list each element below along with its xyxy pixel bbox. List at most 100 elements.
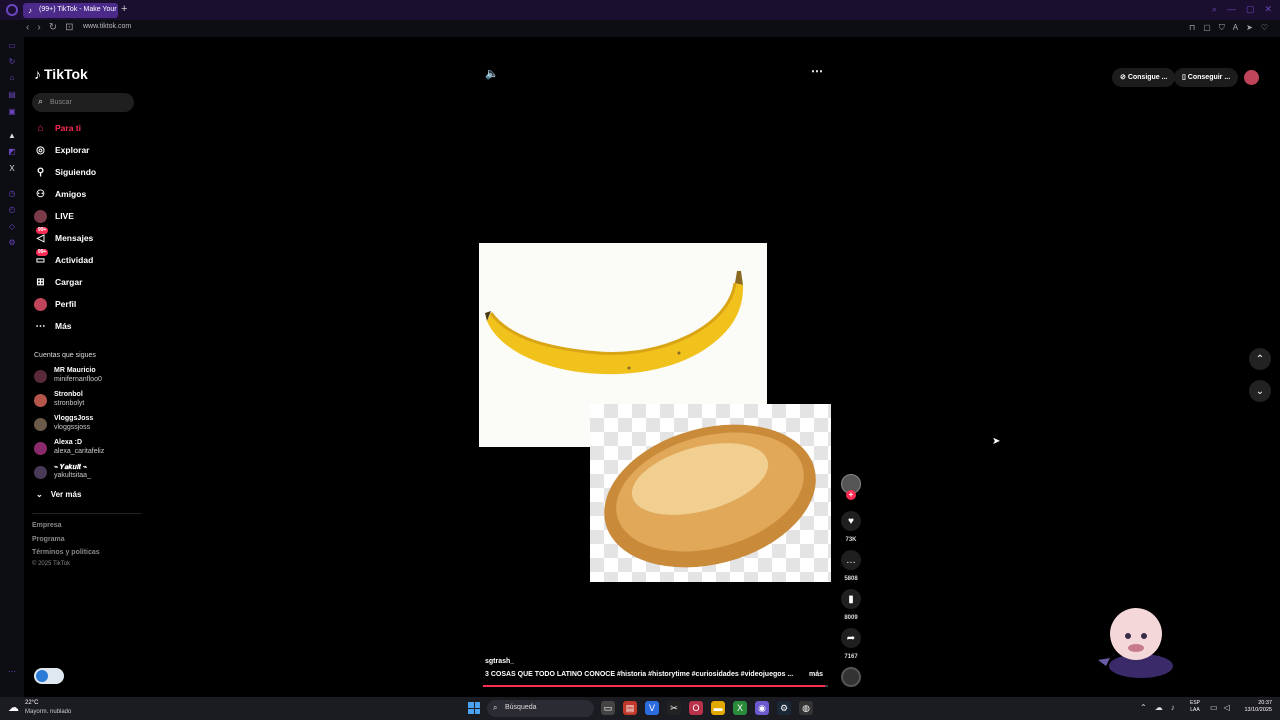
sidebar-item-perfil[interactable]: Perfil xyxy=(34,296,76,312)
close-icon[interactable]: ✕ xyxy=(1264,4,1272,15)
excel-icon[interactable]: X xyxy=(733,701,747,715)
share-button[interactable]: ➦ xyxy=(841,628,861,648)
desktop-mascot xyxy=(1096,606,1180,682)
app-icon[interactable]: ▤ xyxy=(623,701,637,715)
cube-icon[interactable]: ◇ xyxy=(7,222,17,232)
bookmark-icon[interactable]: ⊓ xyxy=(1189,23,1195,33)
next-video-button[interactable]: ⌄ xyxy=(1249,380,1271,402)
send-icon[interactable]: ➤ xyxy=(1246,23,1253,33)
new-tab-button[interactable]: + xyxy=(121,3,127,15)
user-avatar[interactable] xyxy=(1244,70,1259,85)
like-button[interactable]: ♥ xyxy=(841,511,861,531)
snapshot-icon[interactable]: ▢ xyxy=(1203,23,1211,33)
previous-video-button[interactable]: ⌃ xyxy=(1249,348,1271,370)
sidebar-item-mas[interactable]: ⋯ Más xyxy=(34,318,72,334)
volume-icon[interactable]: ◁ xyxy=(1224,703,1230,712)
microphone-icon[interactable]: ♪ xyxy=(1171,703,1175,712)
search-tabs-icon[interactable]: ⌕ xyxy=(1212,4,1217,15)
mail-icon[interactable]: ▣ xyxy=(7,107,17,117)
profile-icon xyxy=(34,297,47,311)
network-icon[interactable]: ▭ xyxy=(1210,703,1218,712)
capcut-icon[interactable]: ✂ xyxy=(667,701,681,715)
comment-count: 5808 xyxy=(844,576,858,582)
speed-dial-icon[interactable]: ▭ xyxy=(7,41,17,51)
heart-icon[interactable]: ♡ xyxy=(1261,23,1268,33)
aria-icon[interactable]: ▲ xyxy=(7,131,17,141)
sidebar-item-live[interactable]: LIVE xyxy=(34,208,74,224)
sidebar-item-actividad[interactable]: ▭ 99+ Actividad xyxy=(34,248,93,268)
footer-link-terminos[interactable]: Términos y políticas xyxy=(32,549,100,556)
friends-icon: ⚇ xyxy=(36,188,45,200)
opera-icon[interactable]: O xyxy=(689,701,703,715)
discord-icon[interactable]: ◉ xyxy=(755,701,769,715)
weather-icon[interactable]: ☁ xyxy=(8,701,19,714)
tray-chevron-up-icon[interactable]: ⌃ xyxy=(1140,703,1147,712)
autoscroll-toggle[interactable] xyxy=(34,668,64,684)
reload-icon[interactable]: ↻ xyxy=(49,22,57,33)
back-icon[interactable]: ‹ xyxy=(26,22,29,33)
comment-button[interactable]: … xyxy=(841,550,861,570)
refresh-icon[interactable]: ↻ xyxy=(7,57,17,67)
steam-icon[interactable]: ⚙ xyxy=(777,701,791,715)
badge: 99+ xyxy=(36,226,49,234)
tiktok-favicon-icon: ♪ xyxy=(28,6,32,15)
sidebar-more-icon[interactable]: ⋯ xyxy=(7,667,17,677)
clock-icon[interactable]: ◷ xyxy=(7,189,17,199)
save-button[interactable]: ▮ xyxy=(841,589,861,609)
browser-tab-tiktok[interactable]: ♪ (99+) TikTok - Make Your xyxy=(23,3,118,18)
task-view-icon[interactable]: ▭ xyxy=(601,701,615,715)
taskbar-search[interactable]: ⌕ Búsqueda xyxy=(487,700,594,717)
bag-icon[interactable]: ⌂ xyxy=(7,73,17,83)
weather-description[interactable]: Mayorm. nublado xyxy=(25,709,71,715)
forward-icon[interactable]: › xyxy=(37,22,40,33)
sidebar-item-amigos[interactable]: ⚇ Amigos xyxy=(34,186,86,202)
translate-icon[interactable]: A xyxy=(1233,23,1238,33)
sidebar-item-explorar[interactable]: ◎ Explorar xyxy=(34,142,89,158)
language-indicator[interactable]: ESP LAA xyxy=(1190,700,1200,714)
maximize-icon[interactable]: ▢ xyxy=(1246,4,1255,15)
address-bar-actions: ⊓ ▢ ⛉ A ➤ ♡ xyxy=(1189,23,1268,33)
url-field[interactable]: www.tiktok.com xyxy=(83,23,131,30)
get-coins-button[interactable]: ⊘ Consigue ... xyxy=(1112,68,1176,87)
chrome-icon[interactable]: ◍ xyxy=(799,701,813,715)
history-icon[interactable]: ◴ xyxy=(7,205,17,215)
twitch-icon[interactable]: ◩ xyxy=(7,147,17,157)
get-app-button[interactable]: ▯ Conseguir ... xyxy=(1174,68,1239,87)
shield-icon[interactable]: ⛉ xyxy=(1219,23,1225,33)
sidebar-item-mensajes[interactable]: ◁ 99+ Mensajes xyxy=(34,226,93,246)
language-line-1: ESP xyxy=(1190,700,1201,706)
follow-plus-icon[interactable]: + xyxy=(846,490,856,500)
file-explorer-icon[interactable]: ▬ xyxy=(711,701,725,715)
get-coins-label: Consigue ... xyxy=(1127,74,1168,81)
taskbar-search-label: Búsqueda xyxy=(505,704,537,711)
weather-temperature[interactable]: 22°C xyxy=(25,700,38,706)
following-section-title: Cuentas que sigues xyxy=(34,352,96,359)
clock[interactable]: 20:37 13/10/2025 xyxy=(1236,700,1272,714)
settings-icon[interactable]: ⚙ xyxy=(7,238,17,248)
tiktok-logo[interactable]: ♪ TikTok xyxy=(34,66,88,82)
footer-link-programa[interactable]: Programa xyxy=(32,536,65,543)
sidebar-item-para-ti[interactable]: ⌂ Para ti xyxy=(34,120,81,136)
search-box[interactable]: ⌕ xyxy=(32,93,134,112)
sidebar-item-cargar[interactable]: ⊞ Cargar xyxy=(34,274,82,290)
video-author[interactable]: sgtrash_ xyxy=(485,658,514,665)
search-input[interactable] xyxy=(50,97,130,108)
volume-icon[interactable]: 🔈 xyxy=(485,67,499,80)
footer-link-empresa[interactable]: Empresa xyxy=(32,522,62,529)
x-icon[interactable]: X xyxy=(7,164,17,174)
start-button[interactable] xyxy=(468,702,480,714)
caption-more-button[interactable]: más xyxy=(809,671,823,678)
onedrive-icon[interactable]: ☁ xyxy=(1155,703,1163,712)
opera-logo-icon[interactable] xyxy=(6,4,18,16)
video-progress-bar[interactable] xyxy=(483,685,828,687)
chat-icon[interactable]: ▤ xyxy=(7,90,17,100)
account-username: alexa_caritafeliz xyxy=(54,448,105,455)
music-disc-icon[interactable] xyxy=(841,667,861,687)
more-options-icon[interactable]: ⋯ xyxy=(811,64,824,78)
divider xyxy=(32,513,142,514)
clock-date: 13/10/2025 xyxy=(1244,707,1272,713)
vscode-icon[interactable]: V xyxy=(645,701,659,715)
minimize-icon[interactable]: — xyxy=(1227,4,1236,15)
see-more-button[interactable]: ⌄ Ver más xyxy=(36,490,81,499)
sidebar-item-siguiendo[interactable]: ⚲ Siguiendo xyxy=(34,164,96,180)
